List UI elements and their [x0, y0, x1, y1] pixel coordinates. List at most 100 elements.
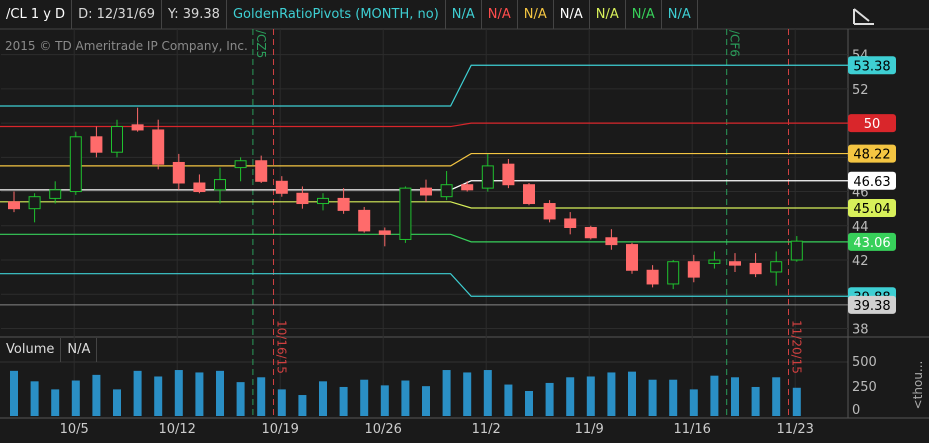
candle-body — [255, 160, 268, 182]
volume-tick-label: 500 — [852, 355, 877, 370]
candle-body — [358, 209, 371, 232]
volume-bar — [442, 370, 451, 416]
time-tick-label: 11/23 — [776, 422, 813, 437]
volume-bar — [154, 376, 163, 416]
candle-body — [687, 261, 700, 278]
volume-tick-label: 0 — [852, 403, 860, 418]
candle-body — [8, 201, 20, 210]
volume-bar — [607, 372, 616, 416]
candle-body — [667, 261, 680, 285]
volume-bar — [51, 389, 60, 416]
candle-body — [399, 187, 412, 240]
time-tick-label: 10/12 — [158, 422, 195, 437]
event-marker-label: 10/16/15 — [275, 320, 289, 374]
candle-body — [275, 180, 288, 194]
volume-title[interactable]: Volume — [0, 338, 62, 362]
volume-bar — [710, 375, 719, 416]
volume-bar — [648, 379, 657, 416]
last-price-bubble-text: 39.38 — [853, 299, 890, 314]
volume-bar — [772, 377, 781, 416]
candle-body — [193, 182, 206, 193]
pivot-bubble-r2-text: 50 — [864, 117, 881, 132]
volume-bars — [10, 370, 801, 416]
volume-bar — [113, 389, 121, 416]
time-tick-label: 10/26 — [364, 422, 401, 437]
candle-body — [111, 126, 123, 153]
time-tick-label: 11/2 — [472, 422, 501, 437]
pivot-line-r2 — [0, 122, 848, 128]
study-value-4: N/A — [590, 0, 626, 29]
event-marker-label: /CZ5 — [254, 30, 268, 58]
candle-body — [646, 269, 659, 285]
price-tick-label: 42 — [852, 254, 869, 269]
time-tick-label: 10/19 — [261, 422, 298, 437]
event-marker-label: 11/20/15 — [790, 320, 804, 374]
candle-body — [234, 160, 247, 169]
volume-header: Volume N/A — [0, 338, 98, 362]
candle-body — [90, 136, 103, 153]
candle-body — [172, 161, 185, 184]
volume-bar — [339, 386, 348, 416]
event-marker-label: /CF6 — [728, 30, 742, 57]
candle-body — [461, 184, 474, 191]
date-readout: D: 12/31/69 — [72, 0, 162, 29]
study-label[interactable]: GoldenRatioPivots (MONTH, no) — [227, 0, 446, 29]
volume-bar — [689, 389, 698, 416]
price-tick-label: 44 — [852, 220, 869, 235]
volume-bar — [298, 395, 307, 416]
volume-bar — [380, 385, 389, 416]
volume-bar — [525, 391, 533, 416]
candle-body — [296, 192, 309, 205]
y-readout: Y: 39.38 — [162, 0, 227, 29]
volume-bar — [133, 370, 142, 416]
volume-bar — [401, 380, 410, 416]
candle-body — [749, 262, 762, 275]
candle-body — [317, 197, 329, 205]
volume-bar — [792, 387, 801, 416]
candle-body — [605, 237, 618, 246]
candle-body — [502, 163, 515, 186]
volume-bar — [463, 372, 472, 416]
volume-bar — [504, 384, 513, 416]
volume-bar — [586, 376, 595, 416]
pivot-bubble-r3-text: 53.38 — [853, 59, 890, 74]
symbol-label[interactable]: /CL 1 y D — [0, 0, 73, 29]
volume-bar — [751, 386, 760, 416]
volume-bar — [360, 379, 369, 416]
time-tick-label: 10/5 — [60, 422, 89, 437]
study-value-1: N/A — [482, 0, 518, 29]
candle-body — [523, 184, 535, 205]
collapse-chart-icon[interactable] — [851, 4, 877, 28]
volume-bar — [277, 389, 286, 416]
pivot-line-r1 — [0, 152, 848, 167]
pivot-bubble-s1-text: 45.04 — [853, 202, 890, 217]
volume-bar — [731, 377, 739, 416]
candle-body — [378, 230, 391, 235]
time-tick-label: 11/9 — [575, 422, 604, 437]
pivot-bubble-r1-text: 48.22 — [853, 148, 890, 163]
volume-unit-label: <thou... — [911, 361, 925, 410]
volume-bar — [257, 377, 266, 416]
volume-bar — [545, 382, 554, 416]
volume-bar — [71, 380, 80, 416]
candle-body — [152, 129, 165, 165]
volume-bar — [92, 374, 101, 416]
pivot-bubble-pp-text: 46.63 — [853, 175, 890, 190]
volume-bar — [319, 381, 327, 416]
candle-body — [28, 196, 41, 210]
volume-bar — [10, 370, 18, 416]
candle-body — [564, 218, 577, 228]
candle-body — [420, 187, 432, 196]
pivot-line-s2 — [0, 233, 848, 243]
volume-value: N/A — [61, 338, 98, 362]
study-value-5: N/A — [626, 0, 662, 29]
volume-bar — [30, 381, 39, 416]
pivot-line-s3 — [0, 273, 848, 297]
volume-bar — [195, 372, 204, 416]
volume-bar — [483, 370, 492, 416]
pivot-line-r3 — [0, 64, 848, 107]
volume-bar — [174, 370, 183, 416]
candle-body — [69, 136, 82, 193]
study-value-3: N/A — [554, 0, 590, 29]
volume-tick-label: 250 — [852, 380, 877, 395]
